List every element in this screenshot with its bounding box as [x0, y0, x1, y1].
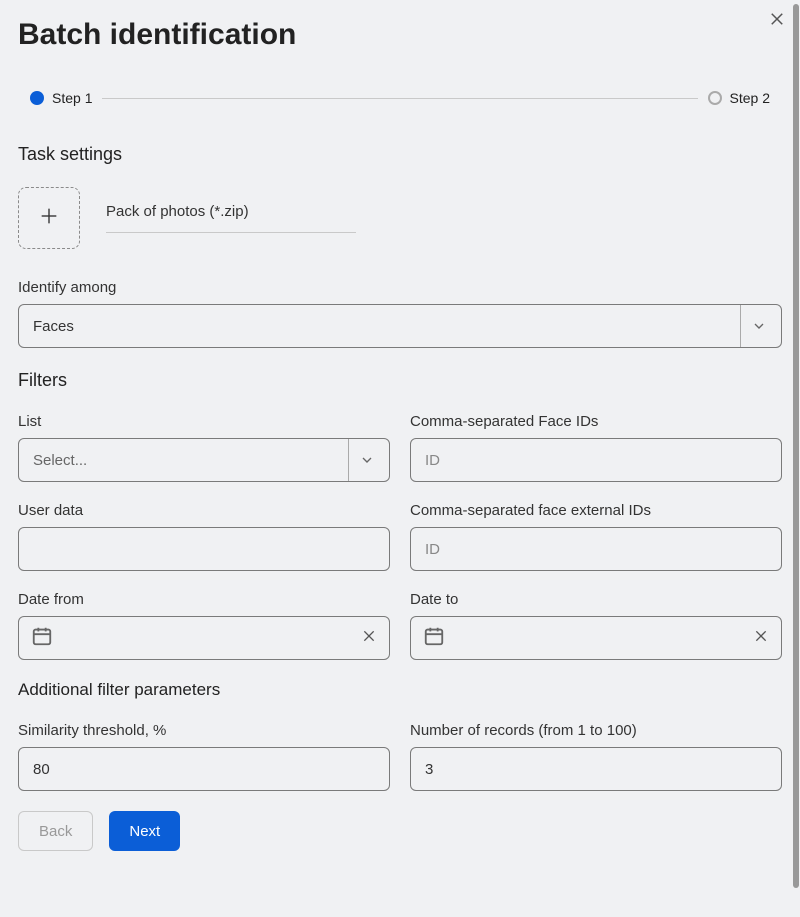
user-data-input-wrap [18, 527, 390, 571]
step-dot-active-icon [30, 91, 44, 105]
similarity-input-wrap [18, 747, 390, 791]
chevron-down-icon [348, 439, 375, 481]
upload-photos-button[interactable] [18, 187, 80, 249]
additional-params-heading: Additional filter parameters [18, 680, 782, 700]
identify-among-value: Faces [33, 318, 74, 335]
calendar-icon [31, 625, 53, 652]
close-button[interactable] [768, 10, 786, 33]
calendar-icon [423, 625, 445, 652]
similarity-label: Similarity threshold, % [18, 722, 390, 739]
step-1-label: Step 1 [52, 90, 92, 106]
clear-date-from-button[interactable] [361, 628, 377, 649]
date-from-label: Date from [18, 591, 390, 608]
list-label: List [18, 413, 390, 430]
page-title: Batch identification [18, 18, 782, 52]
list-placeholder: Select... [33, 452, 87, 469]
ext-ids-input-wrap [410, 527, 782, 571]
filters-heading: Filters [18, 370, 782, 391]
back-button: Back [18, 811, 93, 851]
face-ids-label: Comma-separated Face IDs [410, 413, 782, 430]
user-data-input[interactable] [33, 528, 375, 570]
step-2-label: Step 2 [730, 90, 770, 106]
list-select[interactable]: Select... [18, 438, 390, 482]
face-ids-input[interactable] [425, 439, 767, 481]
chevron-down-icon [740, 305, 767, 347]
task-settings-heading: Task settings [18, 144, 782, 165]
stepper: Step 1 Step 2 [18, 90, 782, 106]
records-input-wrap [410, 747, 782, 791]
step-dot-inactive-icon [708, 91, 722, 105]
plus-icon [38, 205, 60, 232]
next-button[interactable]: Next [109, 811, 180, 851]
identify-among-label: Identify among [18, 279, 782, 296]
ext-ids-label: Comma-separated face external IDs [410, 502, 782, 519]
similarity-input[interactable] [33, 748, 375, 790]
clear-date-to-button[interactable] [753, 628, 769, 649]
scrollbar[interactable] [792, 0, 800, 917]
user-data-label: User data [18, 502, 390, 519]
date-to-label: Date to [410, 591, 782, 608]
date-from-input[interactable] [18, 616, 390, 660]
upload-photos-label: Pack of photos (*.zip) [106, 203, 356, 233]
records-label: Number of records (from 1 to 100) [410, 722, 782, 739]
date-to-input[interactable] [410, 616, 782, 660]
ext-ids-input[interactable] [425, 528, 767, 570]
step-line [102, 98, 697, 99]
records-input[interactable] [425, 748, 767, 790]
identify-among-select[interactable]: Faces [18, 304, 782, 348]
step-2[interactable]: Step 2 [708, 90, 770, 106]
face-ids-input-wrap [410, 438, 782, 482]
step-1[interactable]: Step 1 [30, 90, 92, 106]
scrollbar-thumb[interactable] [793, 4, 799, 888]
